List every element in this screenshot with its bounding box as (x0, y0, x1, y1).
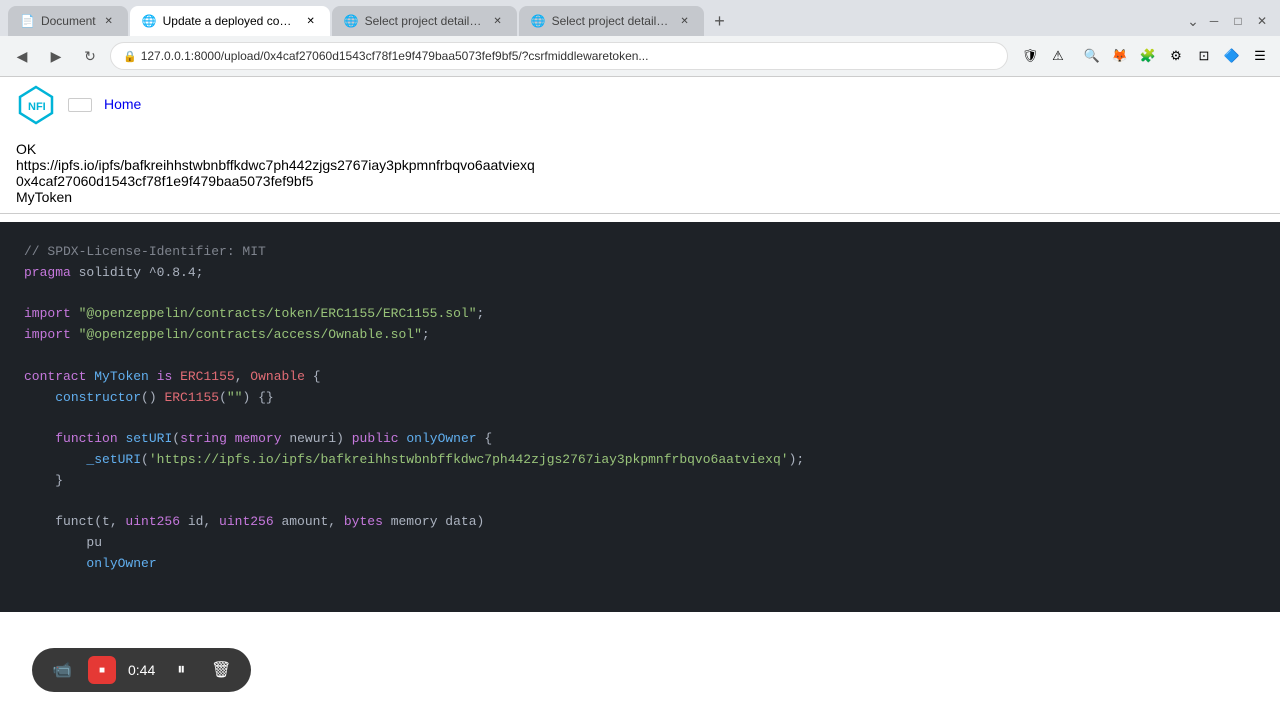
warning-icon[interactable]: ⚠ (1046, 44, 1070, 68)
tab-django1-label: Select project details to change | Djan.… (365, 14, 485, 28)
result-status: OK (16, 141, 1264, 157)
tab-document-favicon: 📄 (20, 14, 35, 28)
code-line-6 (24, 346, 1256, 367)
refresh-button[interactable]: ↻ (76, 42, 104, 70)
code-line-4: import "@openzeppelin/contracts/token/ER… (24, 304, 1256, 325)
ext-icon-1[interactable]: 🔍 (1080, 44, 1104, 68)
tab-django1[interactable]: 🌐 Select project details to change | Dja… (332, 6, 517, 36)
code-line-3 (24, 284, 1256, 305)
svg-text:NFI: NFI (28, 101, 46, 113)
extension-icons: 🔍 🦊 🧩 ⚙ ⊡ 🔷 ☰ (1080, 44, 1272, 68)
close-window-button[interactable]: ✕ (1252, 11, 1272, 31)
brave-shield-icon[interactable]: 🛡 (1018, 44, 1042, 68)
code-line-1: // SPDX-License-Identifier: MIT (24, 242, 1256, 263)
address-bar[interactable]: 🔒 127.0.0.1:8000/upload/0x4caf27060d1543… (110, 42, 1008, 70)
browser-chrome: 📄 Document ✕ 🌐 Update a deployed contrac… (0, 0, 1280, 77)
tab-django1-favicon: 🌐 (344, 14, 359, 28)
nav-links: Home (104, 92, 141, 118)
ext-icon-metamask[interactable]: 🦊 (1108, 44, 1132, 68)
code-line-14: funct(t, uint256 id, uint256 amount, byt… (24, 512, 1256, 533)
code-line-5: import "@openzeppelin/contracts/access/O… (24, 325, 1256, 346)
code-block: // SPDX-License-Identifier: MIT pragma s… (0, 222, 1280, 612)
stop-icon: ■ (99, 665, 105, 676)
tab-document-label: Document (41, 14, 96, 28)
address-icons: 🛡 ⚠ (1018, 44, 1070, 68)
new-tab-button[interactable]: + (706, 7, 734, 35)
tab-document-close[interactable]: ✕ (102, 14, 116, 28)
code-line-2: pragma solidity ^0.8.4; (24, 263, 1256, 284)
code-line-11: _setURI('https://ipfs.io/ipfs/bafkreihhs… (24, 450, 1256, 471)
nftport-logo: NFI (16, 85, 56, 125)
tab-nftport-close[interactable]: ✕ (304, 14, 318, 28)
recording-time: 0:44 (128, 662, 155, 678)
main-nav: Home (104, 92, 141, 118)
result-address: 0x4caf27060d1543cf78f1e9f479baa5073fef9b… (16, 173, 1264, 189)
code-line-15: pu (24, 533, 1256, 554)
navbar: NFI Home (0, 77, 1280, 133)
home-nav-item[interactable]: Home (104, 96, 141, 114)
tab-nftport[interactable]: 🌐 Update a deployed contract | NFTPort ✕ (130, 6, 330, 36)
tab-django2-close[interactable]: ✕ (678, 14, 692, 28)
tab-controls: ⌄ ─ □ ✕ (1186, 11, 1272, 31)
tab-list-button[interactable]: ⌄ (1186, 14, 1200, 28)
tab-nftport-label: Update a deployed contract | NFTPort (163, 14, 298, 28)
ext-icon-puzzle[interactable]: 🧩 (1136, 44, 1160, 68)
code-line-16: onlyOwner (24, 554, 1256, 575)
delete-recording-button[interactable]: 🗑 (207, 656, 235, 684)
menu-toggle[interactable] (68, 98, 92, 112)
ext-icon-gear[interactable]: ⚙ (1164, 44, 1188, 68)
code-line-7: contract MyToken is ERC1155, Ownable { (24, 367, 1256, 388)
code-line-12: } (24, 471, 1256, 492)
pause-icon: ⏸ (177, 661, 185, 679)
forward-button[interactable]: ▶ (42, 42, 70, 70)
lock-icon: 🔒 (123, 50, 137, 63)
code-line-10: function setURI(string memory newuri) pu… (24, 429, 1256, 450)
result-name: MyToken (16, 189, 1264, 205)
minimize-button[interactable]: ─ (1204, 11, 1224, 31)
tab-bar: 📄 Document ✕ 🌐 Update a deployed contrac… (0, 0, 1280, 36)
tab-document[interactable]: 📄 Document ✕ (8, 6, 128, 36)
code-line-8: constructor() ERC1155("") {} (24, 388, 1256, 409)
home-link[interactable]: Home (104, 96, 141, 112)
tab-django2-label: Select project details to change | Djan.… (552, 14, 672, 28)
delete-icon: 🗑 (211, 660, 231, 680)
address-text: 127.0.0.1:8000/upload/0x4caf27060d1543cf… (141, 49, 995, 63)
stop-button[interactable]: ■ (88, 656, 116, 684)
ext-icon-menu[interactable]: ☰ (1248, 44, 1272, 68)
page-content: NFI Home OK https://ipfs.io/ipfs/bafkrei… (0, 77, 1280, 612)
tab-django1-close[interactable]: ✕ (491, 14, 505, 28)
ext-icon-3[interactable]: 🔷 (1220, 44, 1244, 68)
tab-django2[interactable]: 🌐 Select project details to change | Dja… (519, 6, 704, 36)
code-line-13 (24, 492, 1256, 513)
back-button[interactable]: ◀ (8, 42, 36, 70)
tab-nftport-favicon: 🌐 (142, 14, 157, 28)
tab-django2-favicon: 🌐 (531, 14, 546, 28)
result-section: OK https://ipfs.io/ipfs/bafkreihhstwbnbf… (0, 133, 1280, 214)
maximize-button[interactable]: □ (1228, 11, 1248, 31)
code-line-9 (24, 408, 1256, 429)
result-url: https://ipfs.io/ipfs/bafkreihhstwbnbffkd… (16, 157, 1264, 173)
recording-bar: 📹 ■ 0:44 ⏸ 🗑 (32, 648, 251, 692)
address-bar-row: ◀ ▶ ↻ 🔒 127.0.0.1:8000/upload/0x4caf2706… (0, 36, 1280, 76)
pause-button[interactable]: ⏸ (167, 656, 195, 684)
ext-icon-other[interactable]: ⊡ (1192, 44, 1216, 68)
camera-icon: 📹 (48, 656, 76, 684)
